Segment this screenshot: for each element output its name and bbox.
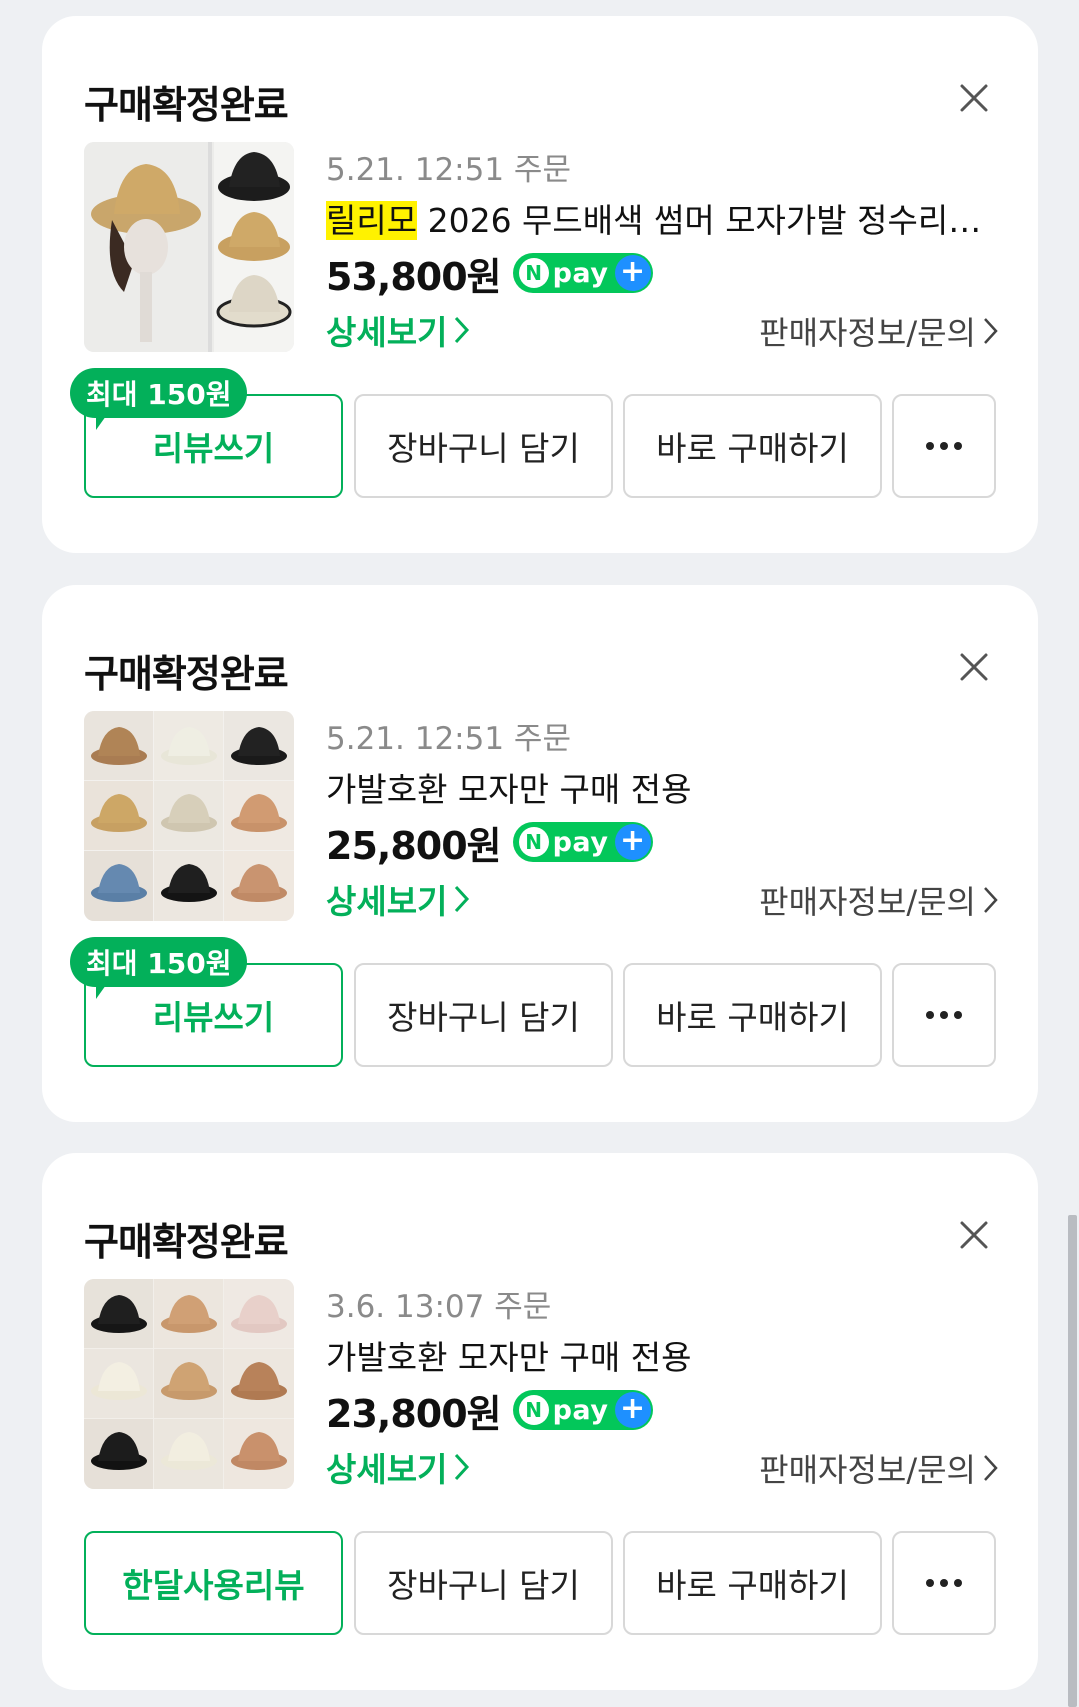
- close-icon[interactable]: [950, 74, 998, 122]
- monthly-review-button[interactable]: 한달사용리뷰: [84, 1531, 343, 1635]
- npay-n-icon: N: [518, 827, 549, 857]
- npay-n-icon: N: [518, 258, 549, 288]
- price: 25,800원: [326, 823, 502, 868]
- seller-info-label: 판매자정보/문의: [759, 883, 976, 921]
- order-date: 5.21. 12:51 주문: [326, 721, 571, 757]
- product-name[interactable]: 가발호환 모자만 구매 전용: [326, 1331, 986, 1379]
- more-icon: [926, 442, 962, 450]
- plus-icon: +: [614, 824, 651, 860]
- npay-plus-badge: N pay +: [512, 822, 653, 862]
- buy-now-button[interactable]: 바로 구매하기: [623, 1531, 882, 1635]
- npay-n-icon: N: [518, 1395, 549, 1425]
- detail-label: 상세보기: [326, 1450, 448, 1489]
- seller-info-link[interactable]: 판매자정보/문의: [759, 308, 1000, 354]
- price: 53,800원: [326, 254, 502, 299]
- price: 23,800원: [326, 1391, 502, 1436]
- buy-now-button[interactable]: 바로 구매하기: [623, 394, 882, 498]
- chevron-right-icon: [984, 318, 998, 344]
- order-status-title: 구매확정완료: [84, 83, 289, 127]
- product-name-text: 2026 무드배색 썸머 모자가발 정수리탈...: [417, 201, 986, 240]
- add-to-cart-button[interactable]: 장바구니 담기: [354, 1531, 613, 1635]
- reward-badge: 최대 150원: [70, 368, 248, 430]
- price-row: 25,800원 N pay +: [326, 817, 653, 868]
- plus-icon: +: [614, 1392, 651, 1428]
- npay-plus-badge: N pay +: [512, 1390, 653, 1430]
- detail-link[interactable]: 상세보기: [326, 875, 471, 923]
- npay-label: pay: [552, 826, 609, 858]
- product-thumbnail[interactable]: [84, 711, 294, 921]
- npay-label: pay: [552, 1394, 609, 1426]
- product-thumbnail[interactable]: [84, 1279, 294, 1489]
- more-options-button[interactable]: [892, 394, 996, 498]
- price-row: 53,800원 N pay +: [326, 248, 653, 299]
- brand-highlight: 릴리모: [326, 201, 418, 240]
- order-date: 3.6. 13:07 주문: [326, 1289, 552, 1325]
- more-icon: [926, 1011, 962, 1019]
- order-date: 5.21. 12:51 주문: [326, 152, 571, 188]
- order-card: 구매확정완료: [42, 585, 1038, 1122]
- seller-info-link[interactable]: 판매자정보/문의: [759, 1445, 1000, 1491]
- detail-link[interactable]: 상세보기: [326, 1443, 471, 1491]
- more-options-button[interactable]: [892, 1531, 996, 1635]
- plus-icon: +: [614, 255, 651, 291]
- product-name-text: 가발호환 모자만 구매 전용: [326, 1338, 692, 1377]
- seller-info-label: 판매자정보/문의: [759, 314, 976, 352]
- more-options-button[interactable]: [892, 963, 996, 1067]
- chevron-right-icon: [984, 887, 998, 913]
- detail-label: 상세보기: [326, 313, 448, 352]
- price-row: 23,800원 N pay +: [326, 1385, 653, 1436]
- close-icon[interactable]: [950, 1211, 998, 1259]
- add-to-cart-button[interactable]: 장바구니 담기: [354, 394, 613, 498]
- chevron-right-icon: [984, 1455, 998, 1481]
- chevron-right-icon: [455, 1453, 470, 1481]
- npay-plus-badge: N pay +: [512, 253, 653, 293]
- detail-label: 상세보기: [326, 882, 448, 921]
- chevron-right-icon: [455, 885, 470, 913]
- product-name-text: 가발호환 모자만 구매 전용: [326, 770, 692, 809]
- order-status-title: 구매확정완료: [84, 652, 289, 696]
- buy-now-button[interactable]: 바로 구매하기: [623, 963, 882, 1067]
- product-name[interactable]: 가발호환 모자만 구매 전용: [326, 763, 986, 811]
- close-icon[interactable]: [950, 643, 998, 691]
- reward-badge: 최대 150원: [70, 937, 248, 999]
- detail-link[interactable]: 상세보기: [326, 306, 471, 354]
- order-status-title: 구매확정완료: [84, 1220, 289, 1264]
- npay-label: pay: [552, 257, 609, 289]
- more-icon: [926, 1579, 962, 1587]
- scrollbar[interactable]: [1068, 1215, 1077, 1707]
- order-card: 구매확정완료: [42, 1153, 1038, 1690]
- add-to-cart-button[interactable]: 장바구니 담기: [354, 963, 613, 1067]
- order-card: 구매확정완료 5.21. 12:51 주문 릴리모 2026 무드배색 썸머 모…: [42, 16, 1038, 553]
- product-thumbnail[interactable]: [84, 142, 294, 352]
- chevron-right-icon: [455, 316, 470, 344]
- product-name[interactable]: 릴리모 2026 무드배색 썸머 모자가발 정수리탈...: [326, 194, 986, 242]
- seller-info-label: 판매자정보/문의: [759, 1451, 976, 1489]
- seller-info-link[interactable]: 판매자정보/문의: [759, 877, 1000, 923]
